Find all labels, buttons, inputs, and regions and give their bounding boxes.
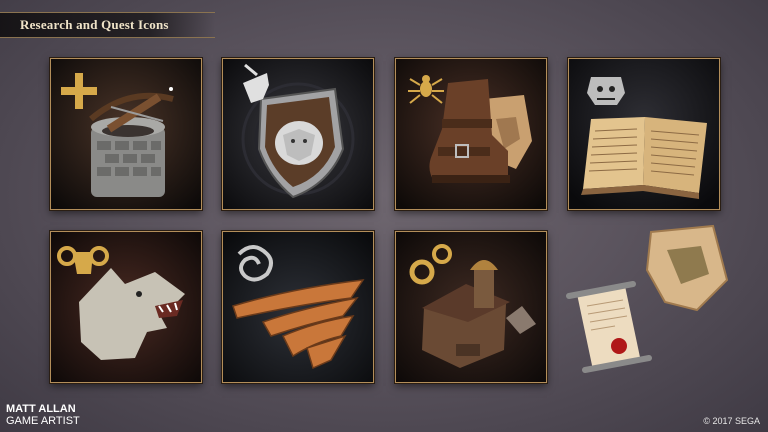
- sealed-scroll: [566, 281, 652, 373]
- copyright-notice: © 2017 SEGA: [703, 416, 760, 426]
- open-book-icon: [568, 58, 720, 210]
- scroll-and-map-icon: [555, 222, 755, 392]
- spider-icon: [408, 75, 444, 104]
- map-fragment: [645, 224, 729, 312]
- ram-skull-icon: [57, 246, 109, 274]
- ogre-skull-icon: [587, 77, 625, 105]
- bronze-wings-icon: [222, 231, 374, 383]
- page-title: Research and Quest Icons: [20, 17, 169, 32]
- wolf-shield-icon: [222, 58, 374, 210]
- workshop-building-icon: [395, 231, 547, 383]
- wolf-head-icon: [50, 231, 202, 383]
- gears-icon: [409, 244, 452, 285]
- artist-role: GAME ARTIST: [6, 415, 80, 427]
- plus-icon: [61, 73, 97, 109]
- artist-name: MATT ALLAN: [6, 403, 76, 415]
- unicorn-icon: [243, 63, 269, 103]
- ballista-tower-icon: [50, 58, 202, 210]
- boot-and-map-icon: [395, 58, 547, 210]
- dragon-emblem-icon: [237, 245, 273, 282]
- title-banner: Research and Quest Icons: [0, 12, 215, 38]
